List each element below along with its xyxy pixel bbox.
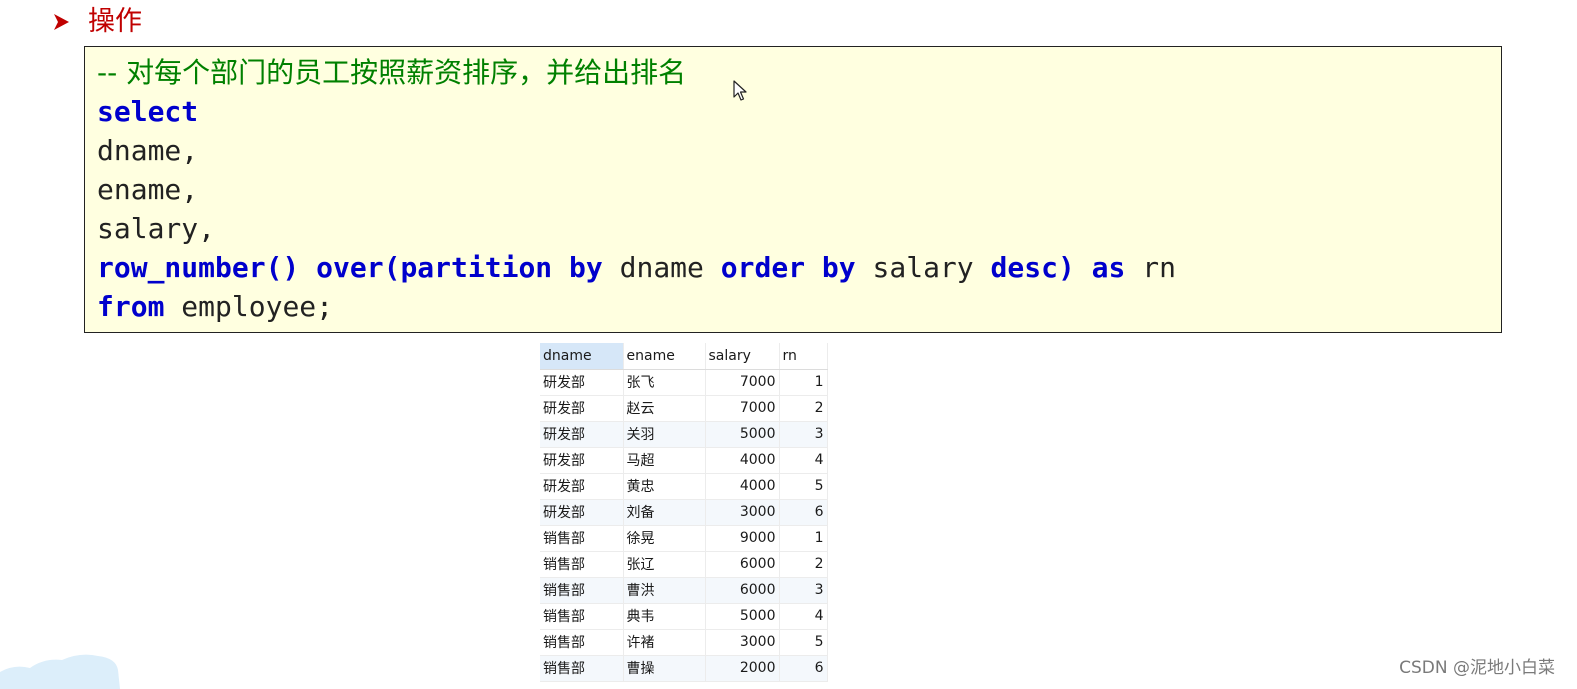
table-row[interactable]: 研发部 关羽 5000 3 [540, 421, 828, 448]
cell-salary: 6000 [705, 551, 780, 578]
cell-dname: 销售部 [540, 525, 624, 552]
cell-rn: 5 [779, 629, 828, 656]
cell-salary: 6000 [705, 577, 780, 604]
cell-rn: 3 [779, 421, 828, 448]
cell-salary: 7000 [705, 369, 780, 396]
cell-salary: 4000 [705, 473, 780, 500]
code-line-from: from employee; [97, 287, 1489, 326]
table-row[interactable]: 销售部 曹操 2000 6 [540, 655, 828, 682]
table-row[interactable]: 研发部 刘备 3000 6 [540, 499, 828, 526]
cell-salary: 7000 [705, 395, 780, 422]
cell-ename: 张辽 [623, 551, 706, 578]
cell-salary: 5000 [705, 603, 780, 630]
table-row[interactable]: 研发部 赵云 7000 2 [540, 395, 828, 422]
table-row[interactable]: 销售部 张辽 6000 2 [540, 551, 828, 578]
mouse-cursor-icon [733, 80, 747, 101]
code-line-window-function: row_number() over(partition by dname ord… [97, 248, 1489, 287]
keyword-desc: desc) [990, 251, 1075, 284]
cell-rn: 4 [779, 447, 828, 474]
cell-rn: 2 [779, 395, 828, 422]
cell-ename: 曹洪 [623, 577, 706, 604]
keyword-order: order [720, 251, 806, 284]
cell-rn: 1 [779, 525, 828, 552]
cell-dname: 销售部 [540, 603, 624, 630]
identifier-dname: dname [619, 251, 704, 284]
column-header-dname[interactable]: dname [540, 343, 624, 370]
cell-ename: 赵云 [623, 395, 706, 422]
cell-rn: 4 [779, 603, 828, 630]
keyword-by: by [569, 251, 603, 284]
cell-ename: 徐晃 [623, 525, 706, 552]
code-line-select: select [97, 92, 1489, 131]
cell-ename: 许褚 [623, 629, 706, 656]
cell-salary: 3000 [705, 629, 780, 656]
cell-rn: 2 [779, 551, 828, 578]
column-dname: dname, [97, 134, 199, 167]
column-ename: ename, [97, 173, 199, 206]
arrowhead-bullet-icon [54, 14, 69, 30]
column-salary: salary, [97, 212, 216, 245]
cell-ename: 典韦 [623, 603, 706, 630]
cell-dname: 销售部 [540, 629, 624, 656]
cell-rn: 6 [779, 655, 828, 682]
cell-dname: 研发部 [540, 447, 624, 474]
table-header-row: dname ename salary rn [540, 343, 828, 370]
cell-dname: 销售部 [540, 551, 624, 578]
cell-rn: 5 [779, 473, 828, 500]
cell-ename: 黄忠 [623, 473, 706, 500]
table-row[interactable]: 销售部 许褚 3000 5 [540, 629, 828, 656]
table-row[interactable]: 研发部 马超 4000 4 [540, 447, 828, 474]
keyword-over-partition: over(partition [316, 251, 553, 284]
table-row[interactable]: 研发部 张飞 7000 1 [540, 369, 828, 396]
table-row[interactable]: 销售部 典韦 5000 4 [540, 603, 828, 630]
cell-ename: 刘备 [623, 499, 706, 526]
keyword-from: from [97, 290, 165, 323]
cell-dname: 研发部 [540, 473, 624, 500]
identifier-rn: rn [1142, 251, 1176, 284]
keyword-as: as [1091, 251, 1126, 284]
identifier-employee: employee; [181, 290, 334, 323]
query-result-table: dname ename salary rn 研发部 张飞 7000 1 研发部 … [540, 343, 828, 682]
cell-rn: 1 [779, 369, 828, 396]
watermark-text: CSDN @泥地小白菜 [1399, 658, 1555, 678]
cell-dname: 研发部 [540, 369, 624, 396]
column-header-ename[interactable]: ename [623, 343, 706, 370]
cell-ename: 马超 [623, 447, 706, 474]
cell-salary: 2000 [705, 655, 780, 682]
keyword-select: select [97, 95, 199, 128]
cell-salary: 5000 [705, 421, 780, 448]
cell-salary: 9000 [705, 525, 780, 552]
cell-dname: 销售部 [540, 577, 624, 604]
cell-dname: 研发部 [540, 395, 624, 422]
decorative-cloud-shape [0, 654, 120, 689]
cell-rn: 3 [779, 577, 828, 604]
column-header-salary[interactable]: salary [705, 343, 780, 370]
cell-salary: 3000 [705, 499, 780, 526]
cell-rn: 6 [779, 499, 828, 526]
cell-dname: 研发部 [540, 421, 624, 448]
keyword-row-number: row_number() [97, 251, 300, 284]
section-heading: 操作 [52, 4, 142, 40]
column-header-rn[interactable]: rn [779, 343, 828, 370]
keyword-by: by [821, 251, 856, 284]
sql-code-block: -- 对每个部门的员工按照薪资排序，并给出排名 select dname, en… [84, 46, 1502, 333]
table-row[interactable]: 销售部 徐晃 9000 1 [540, 525, 828, 552]
section-title: 操作 [88, 6, 142, 37]
code-line-ename: ename, [97, 170, 1489, 209]
cell-dname: 销售部 [540, 655, 624, 682]
code-line-salary: salary, [97, 209, 1489, 248]
identifier-salary: salary [872, 251, 974, 284]
cell-ename: 关羽 [623, 421, 706, 448]
table-row[interactable]: 销售部 曹洪 6000 3 [540, 577, 828, 604]
cell-ename: 张飞 [623, 369, 706, 396]
cell-ename: 曹操 [623, 655, 706, 682]
cell-salary: 4000 [705, 447, 780, 474]
cell-dname: 研发部 [540, 499, 624, 526]
table-row[interactable]: 研发部 黄忠 4000 5 [540, 473, 828, 500]
code-comment: -- 对每个部门的员工按照薪资排序，并给出排名 [97, 56, 687, 89]
code-line-dname: dname, [97, 131, 1489, 170]
